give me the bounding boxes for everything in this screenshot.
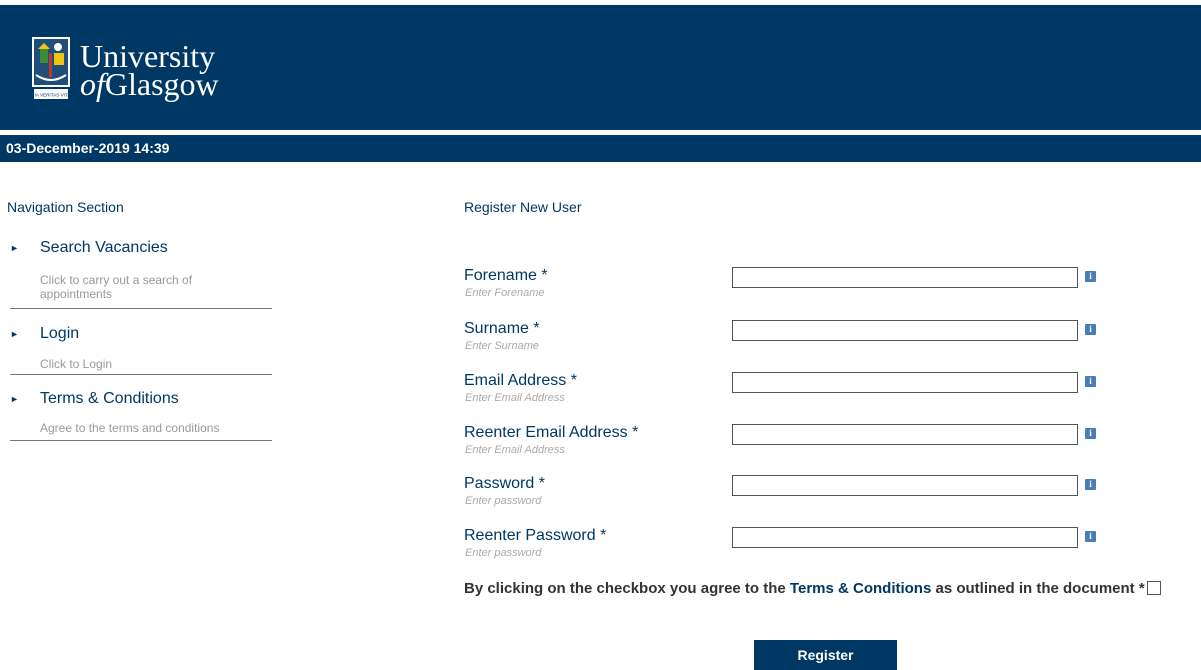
password-input[interactable] — [732, 475, 1078, 496]
reenter-password-field: Reenter Password * Enter password i — [464, 527, 1104, 567]
logo-glasgow: Glasgow — [104, 66, 219, 102]
reenter-password-label: Reenter Password * — [464, 527, 607, 544]
svg-text:VIA VERITAS VITA: VIA VERITAS VITA — [32, 93, 72, 98]
info-icon[interactable]: i — [1085, 479, 1096, 490]
nav-desc-terms: Agree to the terms and conditions — [40, 421, 220, 435]
surname-label: Surname * — [464, 320, 540, 337]
nav-link-search-vacancies[interactable]: Search Vacancies — [40, 239, 168, 257]
arrow-right-icon: ► — [10, 394, 19, 404]
reenter-password-hint: Enter password — [465, 547, 542, 559]
agree-checkbox[interactable] — [1146, 581, 1161, 595]
password-field: Password * Enter password i — [464, 475, 1104, 515]
agree-text-post: as outlined in the document * — [935, 580, 1145, 597]
surname-hint: Enter Surname — [465, 340, 539, 352]
email-input[interactable] — [732, 372, 1078, 393]
email-field: Email Address * Enter Email Address i — [464, 372, 1104, 412]
password-label: Password * — [464, 475, 545, 492]
forename-input[interactable] — [732, 267, 1078, 288]
forename-hint: Enter Forename — [465, 287, 545, 299]
date-bar: 03-December-2019 14:39 — [0, 135, 1201, 162]
terms-agreement: By clicking on the checkbox you agree to… — [464, 576, 1184, 602]
terms-link[interactable]: Terms & Conditions — [790, 580, 931, 597]
info-icon[interactable]: i — [1085, 428, 1096, 439]
nav-item-terms[interactable]: ► Terms & Conditions Agree to the terms … — [10, 390, 272, 441]
nav-section-title: Navigation Section — [7, 199, 124, 215]
reenter-email-label: Reenter Email Address * — [464, 424, 639, 441]
nav-desc-line: appointments — [40, 287, 113, 301]
nav-link-login[interactable]: Login — [40, 325, 79, 343]
email-label: Email Address * — [464, 372, 577, 389]
nav-link-terms[interactable]: Terms & Conditions — [40, 390, 179, 408]
logo-of: of — [80, 66, 105, 102]
register-button[interactable]: Register — [754, 640, 897, 670]
crest-icon: VIA VERITAS VITA — [32, 37, 72, 99]
nav-desc-line: Click to carry out a search of — [40, 273, 193, 287]
info-icon[interactable]: i — [1085, 271, 1096, 282]
info-icon[interactable]: i — [1085, 531, 1096, 542]
university-logo[interactable]: VIA VERITAS VITA University ofGlasgow — [30, 30, 275, 110]
arrow-right-icon: ► — [10, 243, 19, 253]
password-hint: Enter password — [465, 495, 542, 507]
site-header: VIA VERITAS VITA University ofGlasgow — [0, 5, 1201, 130]
email-hint: Enter Email Address — [465, 392, 565, 404]
current-datetime: 03-December-2019 14:39 — [6, 140, 170, 156]
nav-item-login[interactable]: ► Login Click to Login — [10, 325, 272, 375]
surname-field: Surname * Enter Surname i — [464, 320, 1104, 360]
reenter-email-hint: Enter Email Address — [465, 444, 565, 456]
nav-desc-login: Click to Login — [40, 357, 113, 371]
forename-field: Forename * Enter Forename i — [464, 267, 1104, 307]
forename-label: Forename * — [464, 267, 548, 284]
reenter-email-field: Reenter Email Address * Enter Email Addr… — [464, 424, 1104, 464]
agree-text-pre: By clicking on the checkbox you agree to… — [464, 580, 786, 597]
reenter-password-input[interactable] — [732, 527, 1078, 548]
nav-item-search-vacancies[interactable]: ► Search Vacancies Click to carry out a … — [10, 239, 272, 309]
nav-desc-search-vacancies: Click to carry out a search of appointme… — [40, 273, 192, 301]
logo-line-glasgow: ofGlasgow — [80, 68, 219, 100]
surname-input[interactable] — [732, 320, 1078, 341]
info-icon[interactable]: i — [1085, 324, 1096, 335]
arrow-right-icon: ► — [10, 329, 19, 339]
reenter-email-input[interactable] — [732, 424, 1078, 445]
logo-wordmark: University ofGlasgow — [80, 40, 219, 100]
info-icon[interactable]: i — [1085, 376, 1096, 387]
form-title: Register New User — [464, 199, 582, 215]
